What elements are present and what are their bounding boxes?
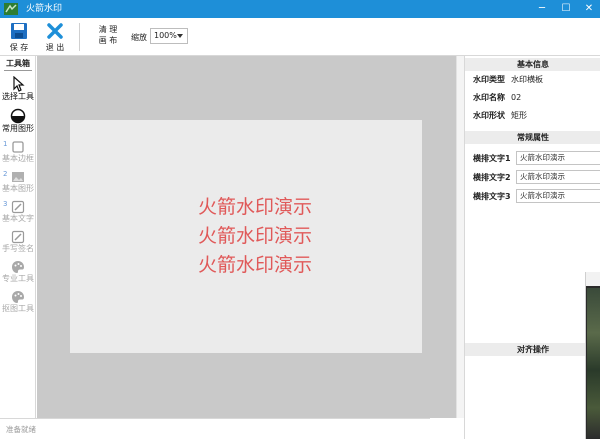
close-button[interactable]: ✕ (578, 0, 600, 18)
tool-basic-text[interactable]: 3 基本文字 (0, 200, 36, 230)
watermark-line-2: 火箭水印演示 (198, 225, 313, 247)
tool-number: 3 (3, 200, 8, 208)
background-window-strip (586, 272, 600, 286)
tool-select-label: 选择工具 (2, 92, 34, 101)
pen-icon (11, 200, 25, 214)
property-key: 横排文字3 (473, 192, 511, 201)
tool-cutout[interactable]: 抠图工具 (0, 290, 36, 320)
property-row-text1: 横排文字1 火箭水印演示 (473, 151, 600, 165)
info-value: 02 (511, 93, 522, 102)
signature-icon (11, 230, 25, 244)
zoom-label: 缩放 (131, 33, 147, 42)
info-row-type: 水印类型 水印横板 (473, 75, 543, 85)
tool-signature-label: 手写签名 (2, 244, 34, 253)
tool-number: 2 (3, 170, 8, 178)
info-key: 水印形状 (473, 111, 505, 120)
save-label: 保 存 (9, 43, 29, 52)
tool-basic-image[interactable]: 2 基本图形 (0, 170, 36, 200)
tool-professional-label: 专业工具 (2, 274, 34, 283)
palette-icon (12, 291, 24, 303)
minimize-button[interactable]: ─ (531, 0, 553, 18)
background-window-fragment (585, 272, 600, 439)
basic-info-title: 基本信息 (465, 58, 600, 71)
toolbar: 保 存 退 出 清 理 画 布 缩放 100% (0, 18, 600, 56)
toolbox-header-divider (4, 70, 32, 71)
frame-icon (12, 141, 24, 153)
save-button[interactable]: 保 存 (4, 22, 34, 54)
tool-number: 1 (3, 140, 8, 148)
shape-icon (10, 108, 26, 124)
text2-input[interactable]: 火箭水印演示 (516, 170, 600, 184)
text3-input[interactable]: 火箭水印演示 (516, 189, 600, 203)
zoom-value: 100% (154, 31, 177, 40)
exit-label: 退 出 (45, 43, 65, 52)
property-row-text2: 横排文字2 火箭水印演示 (473, 170, 600, 184)
title-bar: 火箭水印 ─ ☐ ✕ (0, 0, 600, 18)
general-properties-title: 常规属性 (465, 131, 600, 144)
watermark-line-1: 火箭水印演示 (198, 196, 313, 218)
zoom-select[interactable]: 100% (150, 28, 188, 44)
info-row-name: 水印名称 02 (473, 93, 521, 103)
info-row-shape: 水印形状 矩形 (473, 111, 527, 121)
info-value: 矩形 (511, 111, 527, 120)
app-logo-icon (4, 3, 18, 15)
property-row-text3: 横排文字3 火箭水印演示 (473, 189, 600, 203)
maximize-button[interactable]: ☐ (555, 0, 577, 18)
chevron-down-icon (177, 34, 183, 38)
canvas-page[interactable]: 火箭水印演示 火箭水印演示 火箭水印演示 (70, 120, 422, 353)
palette-icon (12, 261, 24, 273)
clear-canvas-label-line2: 画 布 (98, 36, 118, 45)
toolbar-divider (79, 23, 80, 51)
toolbox-header: 工具箱 (6, 59, 30, 68)
tool-cutout-label: 抠图工具 (2, 304, 34, 313)
background-window-image (587, 288, 600, 438)
vertical-scrollbar[interactable] (456, 56, 464, 418)
tool-professional[interactable]: 专业工具 (0, 260, 36, 290)
exit-button[interactable]: 退 出 (40, 22, 70, 54)
text1-input[interactable]: 火箭水印演示 (516, 151, 600, 165)
save-icon (11, 23, 27, 39)
status-text: 准备就绪 (6, 425, 36, 434)
exit-icon (47, 23, 63, 39)
cursor-icon (13, 76, 25, 92)
property-key: 横排文字2 (473, 173, 511, 182)
tool-select[interactable]: 选择工具 (0, 76, 36, 106)
tool-common-shapes-label: 常用图形 (2, 124, 34, 133)
tool-basic-frame-label: 基本边框 (2, 154, 34, 163)
watermark-line-3: 火箭水印演示 (198, 254, 313, 276)
tool-basic-frame[interactable]: 1 基本边框 (0, 140, 36, 170)
toolbox-panel: 工具箱 选择工具 常用图形 1 基本边框 2 基本图形 3 基本文字 手写签名 … (0, 56, 36, 418)
watermark-text[interactable]: 火箭水印演示 火箭水印演示 火箭水印演示 (198, 193, 313, 280)
property-key: 横排文字1 (473, 154, 511, 163)
window-title: 火箭水印 (26, 4, 63, 14)
info-value: 水印横板 (511, 75, 543, 84)
clear-canvas-button[interactable]: 清 理 画 布 (94, 24, 122, 50)
properties-panel: 基本信息 水印类型 水印横板 水印名称 02 水印形状 矩形 常规属性 横排文字1 火… (464, 56, 600, 439)
align-operations-title: 对齐操作 (465, 343, 600, 356)
canvas-area[interactable]: 火箭水印演示 火箭水印演示 火箭水印演示 (37, 56, 456, 418)
status-bar: 准备就绪 (0, 418, 430, 439)
info-key: 水印类型 (473, 75, 505, 84)
clear-canvas-label-line1: 清 理 (98, 25, 118, 34)
image-icon (12, 172, 24, 182)
tool-basic-text-label: 基本文字 (2, 214, 34, 223)
tool-common-shapes[interactable]: 常用图形 (0, 108, 36, 138)
tool-signature[interactable]: 手写签名 (0, 230, 36, 260)
info-key: 水印名称 (473, 93, 505, 102)
tool-basic-image-label: 基本图形 (2, 184, 34, 193)
